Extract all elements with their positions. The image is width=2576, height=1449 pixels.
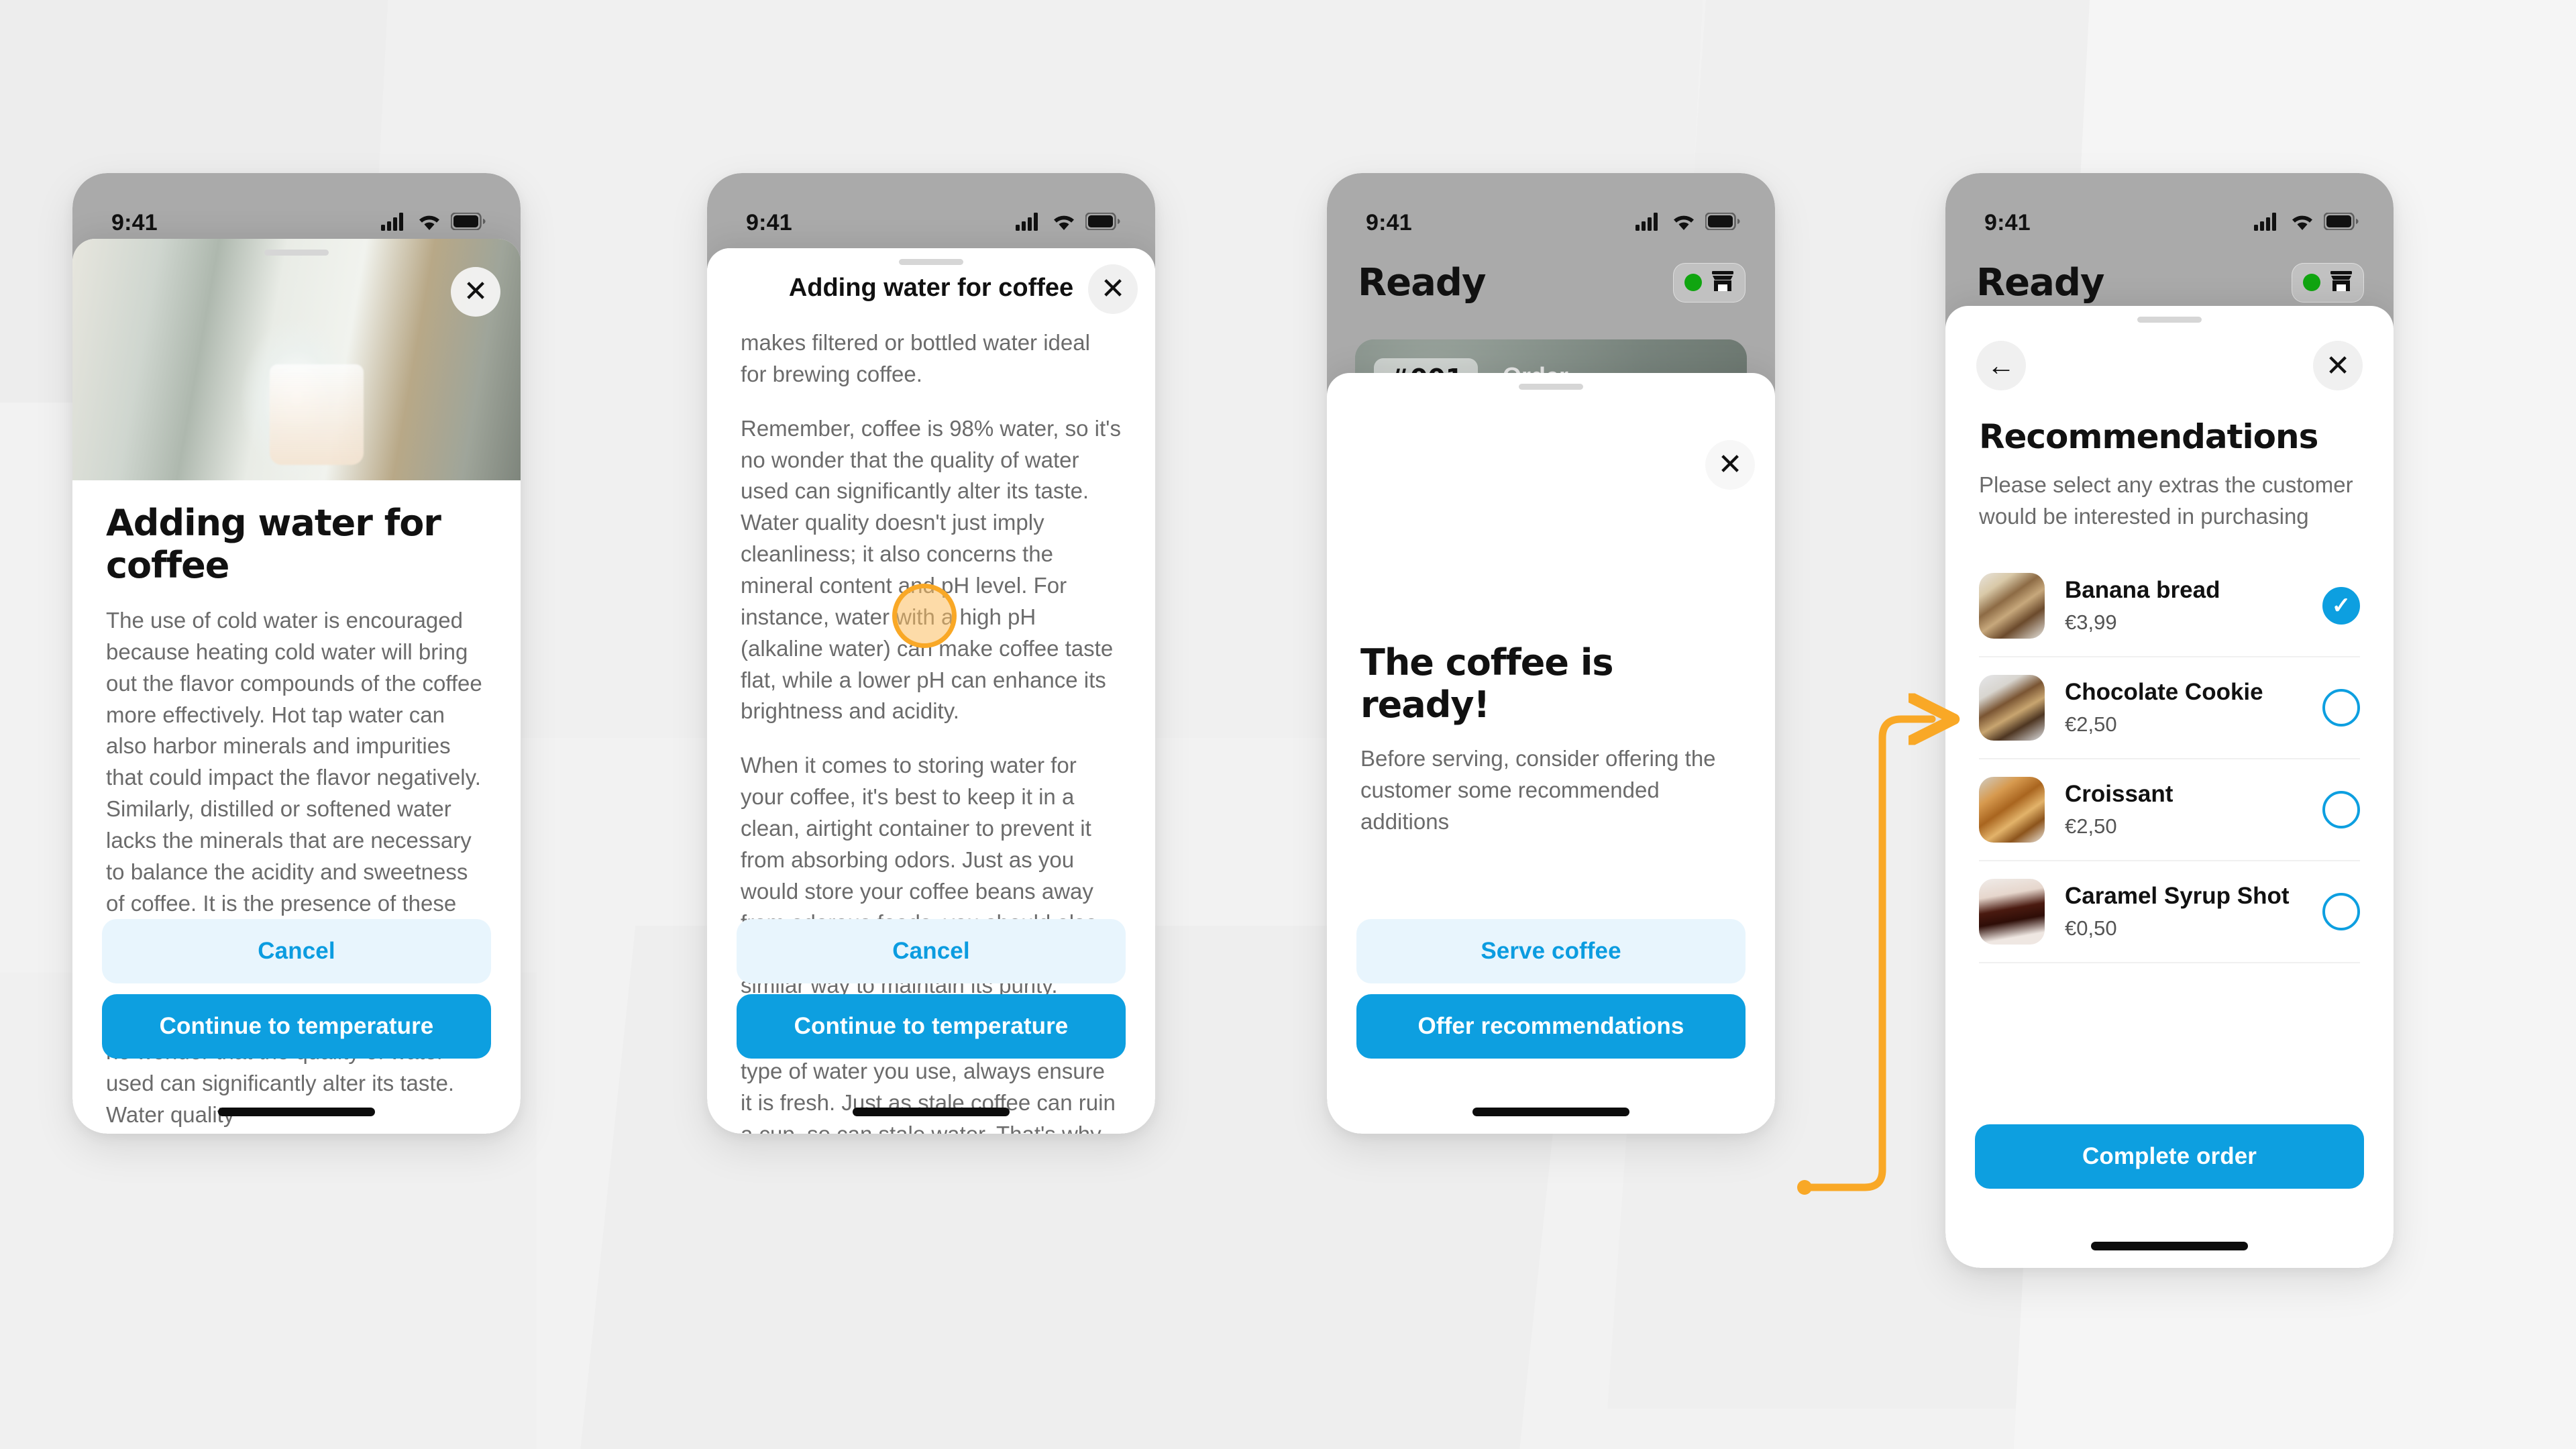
sheet-title: Recommendations xyxy=(1979,417,2318,456)
status-bar: 9:41 xyxy=(72,173,521,246)
bottom-sheet: ✕ The coffee is ready! Before serving, c… xyxy=(1327,373,1775,1134)
home-indicator xyxy=(853,1108,1010,1116)
status-time: 9:41 xyxy=(1984,209,2031,235)
list-item[interactable]: Caramel Syrup Shot €0,50 xyxy=(1979,861,2360,963)
item-select-toggle[interactable] xyxy=(2322,892,2360,930)
close-icon[interactable]: ✕ xyxy=(451,267,500,317)
status-bar: 9:41 xyxy=(707,173,1155,246)
cellular-signal-icon xyxy=(2254,212,2281,234)
bottom-sheet: Adding water for coffee ✕ makes filtered… xyxy=(707,248,1155,1134)
chocolate-cookie-thumb xyxy=(1979,674,2045,741)
phone-2: 9:41 Add water close xyxy=(707,173,1155,1134)
status-time: 9:41 xyxy=(746,209,792,235)
phone-4: 9:41 Ready ← ✕ Recommendations Please se… xyxy=(1945,173,2394,1268)
home-indicator xyxy=(218,1108,375,1116)
status-bar: 9:41 xyxy=(1327,173,1775,246)
wifi-icon xyxy=(417,212,441,234)
phone-1: 9:41 Add water xyxy=(72,173,521,1134)
sheet-title: The coffee is ready! xyxy=(1360,641,1614,726)
wifi-icon xyxy=(1672,212,1696,234)
item-price: €2,50 xyxy=(2065,814,2117,838)
store-status-chip[interactable] xyxy=(2292,262,2364,303)
sheet-title: Adding water for coffee xyxy=(106,502,441,586)
caramel-syrup-shot-thumb xyxy=(1979,878,2045,945)
recommendations-list: Banana bread €3,99 ✓ Chocolate Cookie €2… xyxy=(1979,555,2360,963)
sheet-grabber[interactable] xyxy=(899,259,963,265)
list-item[interactable]: Croissant €2,50 xyxy=(1979,759,2360,861)
continue-to-temperature-button[interactable]: Continue to temperature xyxy=(737,994,1126,1059)
battery-icon xyxy=(1705,211,1740,233)
item-select-toggle[interactable]: ✓ xyxy=(2322,586,2360,625)
wifi-icon xyxy=(1052,212,1076,234)
croissant-thumb xyxy=(1979,776,2045,843)
hero-image-glass-of-water xyxy=(72,239,521,480)
sheet-paragraph: Remember, coffee is 98% water, so it's n… xyxy=(741,415,1121,724)
status-dot-icon xyxy=(1684,274,1702,291)
sheet-paragraph: makes filtered or bottled water ideal fo… xyxy=(741,330,1090,386)
cancel-button[interactable]: Cancel xyxy=(102,919,491,983)
item-name: Chocolate Cookie xyxy=(2065,678,2263,705)
hero-image-steaming-coffee-cup xyxy=(1327,373,1775,614)
battery-icon xyxy=(450,211,486,233)
sheet-action-buttons: Cancel Continue to temperature xyxy=(737,919,1126,1059)
sheet-action-buttons: Serve coffee Offer recommendations xyxy=(1356,919,1746,1059)
back-button[interactable]: ← xyxy=(1976,341,2026,390)
bottom-sheet: ✕ Adding water for coffee The use of col… xyxy=(72,239,521,1134)
list-item[interactable]: Chocolate Cookie €2,50 xyxy=(1979,657,2360,759)
list-item[interactable]: Banana bread €3,99 ✓ xyxy=(1979,555,2360,657)
home-indicator xyxy=(2091,1242,2248,1250)
item-price: €3,99 xyxy=(2065,610,2117,634)
item-name: Caramel Syrup Shot xyxy=(2065,882,2290,909)
item-price: €0,50 xyxy=(2065,916,2117,940)
battery-icon xyxy=(2323,211,2359,233)
storefront-icon xyxy=(1711,270,1734,295)
bottom-sheet: ← ✕ Recommendations Please select any ex… xyxy=(1945,306,2394,1268)
continue-to-temperature-button[interactable]: Continue to temperature xyxy=(102,994,491,1059)
app-header: Ready xyxy=(1327,246,1775,319)
cellular-signal-icon xyxy=(1016,212,1042,234)
page-title: Ready xyxy=(1976,260,2104,305)
page-title: Ready xyxy=(1358,260,1486,305)
cellular-signal-icon xyxy=(1635,212,1662,234)
sheet-action-buttons: Cancel Continue to temperature xyxy=(102,919,491,1059)
wifi-icon xyxy=(2290,212,2314,234)
offer-recommendations-button[interactable]: Offer recommendations xyxy=(1356,994,1746,1059)
sheet-grabber[interactable] xyxy=(264,250,329,256)
touch-tap-indicator xyxy=(892,584,957,648)
arrow-left-icon: ← xyxy=(1987,350,2015,381)
close-icon[interactable]: ✕ xyxy=(2313,341,2363,390)
status-time: 9:41 xyxy=(1366,209,1412,235)
complete-order-button[interactable]: Complete order xyxy=(1975,1124,2364,1189)
sheet-grabber[interactable] xyxy=(1519,384,1583,390)
sheet-subtitle: Please select any extras the customer wo… xyxy=(1979,472,2353,529)
item-select-toggle[interactable] xyxy=(2322,790,2360,828)
close-icon[interactable]: ✕ xyxy=(1088,264,1138,314)
battery-icon xyxy=(1085,211,1120,233)
status-bar: 9:41 xyxy=(1945,173,2394,246)
banana-bread-thumb xyxy=(1979,572,2045,639)
sheet-action-buttons: Complete order xyxy=(1975,1124,2364,1189)
sheet-subtitle: Before serving, consider offering the cu… xyxy=(1360,746,1716,834)
sheet-title: Adding water for coffee xyxy=(788,273,1074,302)
close-icon[interactable]: ✕ xyxy=(1705,440,1755,490)
serve-coffee-button[interactable]: Serve coffee xyxy=(1356,919,1746,983)
item-price: €2,50 xyxy=(2065,712,2117,736)
status-dot-icon xyxy=(2303,274,2320,291)
home-indicator xyxy=(1472,1108,1629,1116)
sheet-grabber[interactable] xyxy=(2137,317,2202,323)
item-name: Croissant xyxy=(2065,780,2174,807)
cancel-button[interactable]: Cancel xyxy=(737,919,1126,983)
item-select-toggle[interactable] xyxy=(2322,688,2360,727)
store-status-chip[interactable] xyxy=(1673,262,1746,303)
phone-3: 9:41 Ready ✕ The coffee is ready! Before… xyxy=(1327,173,1775,1134)
storefront-icon xyxy=(2330,270,2353,295)
cellular-signal-icon xyxy=(381,212,408,234)
status-time: 9:41 xyxy=(111,209,158,235)
item-name: Banana bread xyxy=(2065,576,2220,603)
